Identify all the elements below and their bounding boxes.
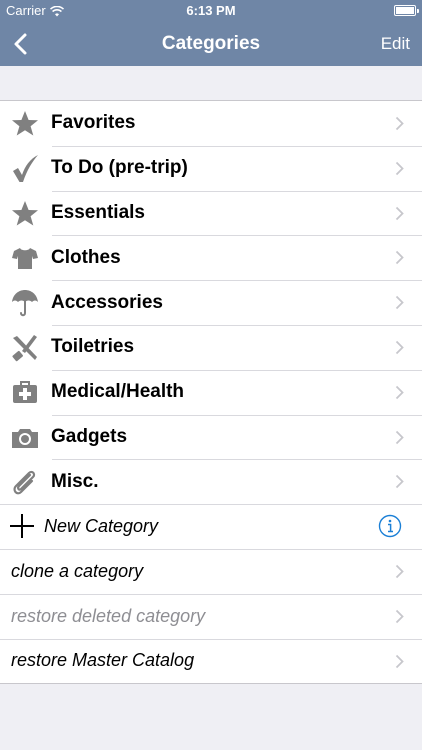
category-row-gadgets[interactable]: Gadgets (0, 414, 422, 460)
umbrella-icon (12, 290, 38, 317)
toothbrush-razor-icon (12, 334, 37, 362)
restore-master-catalog-label: restore Master Catalog (11, 650, 195, 671)
info-icon[interactable] (378, 514, 402, 538)
chevron-right-icon (395, 385, 404, 399)
chevron-right-icon (395, 564, 404, 579)
category-label: Gadgets (51, 425, 128, 447)
category-label: Accessories (51, 291, 163, 313)
category-label: Misc. (51, 470, 99, 492)
nav-bar: Categories Edit (0, 22, 422, 66)
header: Carrier 6:13 PM Categories Edit (0, 0, 422, 66)
category-list: Favorites To Do (pre-trip) Essentials Cl… (0, 100, 422, 685)
chevron-right-icon (395, 296, 404, 310)
plus-icon (10, 514, 34, 539)
chevron-right-icon (395, 340, 404, 355)
clone-category-label: clone a category (11, 560, 144, 581)
category-row-accessories[interactable]: Accessories (0, 280, 422, 325)
category-row-favorites[interactable]: Favorites (0, 101, 422, 146)
battery-icon (394, 5, 419, 16)
restore-master-catalog-row[interactable]: restore Master Catalog (0, 638, 422, 684)
chevron-right-icon (395, 430, 404, 444)
star-icon (12, 111, 38, 136)
status-time: 6:13 PM (186, 3, 236, 18)
page-title: Categories (161, 33, 261, 54)
category-row-medical-health[interactable]: Medical/Health (0, 369, 422, 415)
category-label: Essentials (51, 201, 145, 223)
star-icon (12, 200, 38, 226)
camera-icon (12, 428, 38, 448)
paperclip-icon (13, 471, 36, 495)
chevron-right-icon (395, 161, 404, 175)
chevron-right-icon (395, 475, 404, 489)
new-category-label: New Category (44, 516, 159, 537)
edit-button[interactable]: Edit (381, 22, 410, 66)
tshirt-icon (12, 248, 38, 270)
chevron-right-icon (395, 609, 404, 623)
category-label: Toiletries (51, 336, 135, 358)
medkit-icon (13, 380, 37, 403)
restore-deleted-category-row[interactable]: restore deleted category (0, 593, 422, 639)
category-row-to-do[interactable]: To Do (pre-trip) (0, 145, 422, 191)
category-label: Medical/Health (51, 381, 185, 403)
category-label: Clothes (51, 246, 121, 268)
restore-deleted-category-label: restore deleted category (11, 605, 206, 626)
chevron-right-icon (395, 654, 404, 668)
chevron-right-icon (395, 251, 404, 265)
chevron-right-icon (395, 206, 404, 220)
category-label: To Do (pre-trip) (51, 157, 188, 179)
new-category-row[interactable]: New Category (0, 504, 422, 549)
category-row-misc[interactable]: Misc. (0, 459, 422, 504)
category-row-toiletries[interactable]: Toiletries (0, 324, 422, 370)
status-bar: Carrier 6:13 PM (0, 0, 422, 22)
checkmark-icon (13, 154, 38, 182)
category-row-clothes[interactable]: Clothes (0, 235, 422, 280)
chevron-right-icon (395, 116, 404, 131)
category-label: Favorites (51, 112, 136, 134)
category-row-essentials[interactable]: Essentials (0, 190, 422, 236)
clone-category-row[interactable]: clone a category (0, 548, 422, 594)
back-chevron-icon[interactable] (8, 30, 36, 58)
